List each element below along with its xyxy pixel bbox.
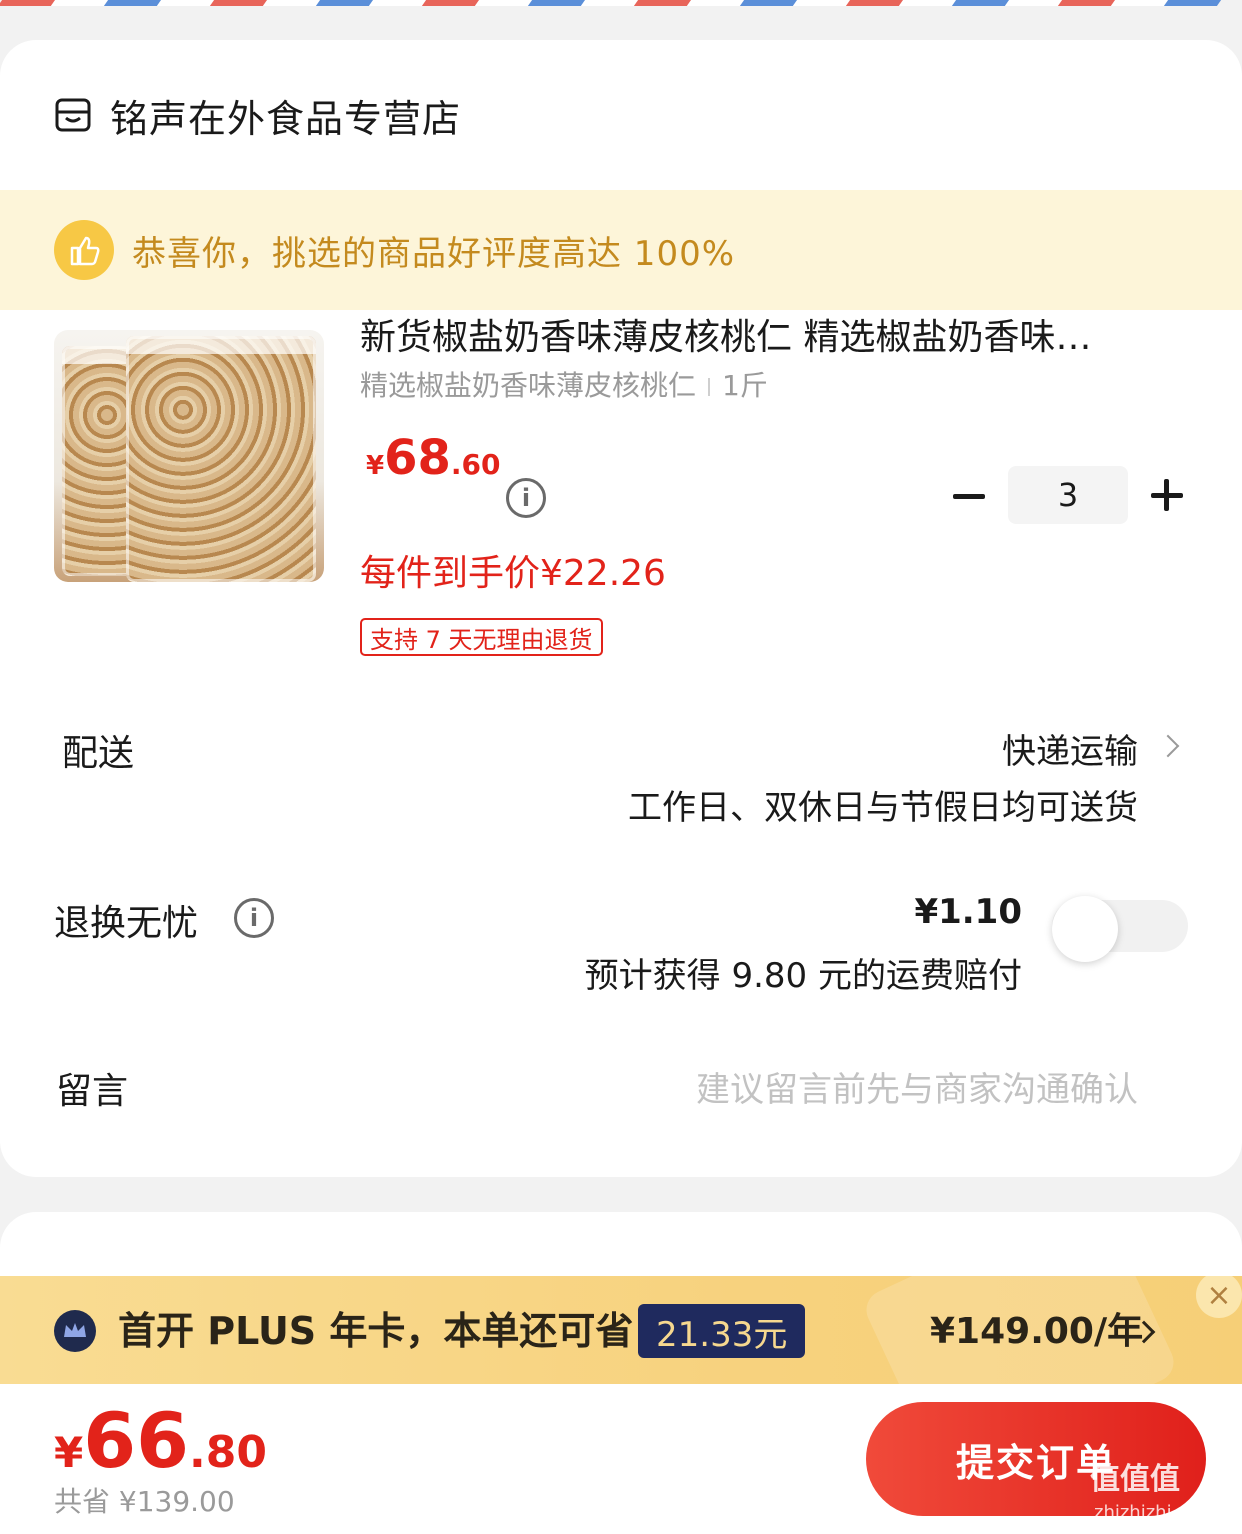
close-icon[interactable]: × <box>1196 1276 1242 1318</box>
return-insurance-info-icon[interactable]: i <box>234 898 274 938</box>
airmail-border <box>0 0 1242 6</box>
plus-membership-banner[interactable]: 首开 PLUS 年卡，本单还可省 21.33元 ¥149.00/年 × <box>0 1276 1242 1384</box>
delivery-note: 工作日、双休日与节假日均可送货 <box>628 788 1138 828</box>
total-dec: .80 <box>189 1427 267 1478</box>
quantity-value[interactable]: 3 <box>1008 466 1128 524</box>
toggle-knob <box>1052 896 1118 962</box>
delivery-label: 配送 <box>62 733 135 774</box>
message-label: 留言 <box>56 1071 129 1112</box>
product-spec-name: 精选椒盐奶香味薄皮核桃仁 <box>360 369 697 402</box>
return-policy-tag: 支持 7 天无理由退货 <box>360 618 603 656</box>
store-icon <box>55 98 91 132</box>
price-currency: ¥ <box>366 451 385 481</box>
plus-save-badge: 21.33元 <box>638 1304 806 1358</box>
price-dec: .60 <box>450 448 501 481</box>
total-currency: ¥ <box>54 1428 84 1477</box>
checkout-bar: ¥66.80 共省 ¥139.00 提交订单 值值值 zhizhizhi.com <box>0 1384 1242 1534</box>
praise-text: 恭喜你，挑选的商品好评度高达 100% <box>132 233 736 274</box>
shop-name: 铭声在外食品专营店 <box>110 96 462 141</box>
watermark-logo: 值值值 <box>1090 1462 1180 1497</box>
quantity-decrease-button[interactable] <box>950 468 988 524</box>
product-image[interactable] <box>54 330 324 582</box>
plus-text: 首开 PLUS 年卡，本单还可省 <box>118 1309 634 1353</box>
product-price: ¥68.60 <box>366 430 501 486</box>
order-card: 铭声在外食品专营店 恭喜你，挑选的商品好评度高达 100% 新货椒盐奶香味薄皮核… <box>0 40 1242 1177</box>
shop-row[interactable]: 铭声在外食品专营店 <box>54 40 461 190</box>
delivery-method[interactable]: 快递运输 <box>1002 724 1138 773</box>
price-info-icon[interactable]: i <box>506 478 546 518</box>
thumbs-up-icon <box>54 220 114 280</box>
plus-price: ¥149.00/年 <box>930 1311 1144 1352</box>
quantity-increase-button[interactable] <box>1148 476 1186 514</box>
chevron-right-icon[interactable] <box>1156 734 1180 758</box>
message-input[interactable]: 建议留言前先与商家沟通确认 <box>620 1062 1138 1111</box>
each-price: 每件到手价¥22.26 <box>360 553 666 594</box>
total-int: 66 <box>83 1396 189 1485</box>
return-insurance-price: ¥1.10 <box>914 892 1022 932</box>
plus-crown-icon <box>54 1310 96 1352</box>
price-int: 68 <box>384 430 451 486</box>
praise-banner: 恭喜你，挑选的商品好评度高达 100% <box>0 190 1242 310</box>
return-insurance-label: 退换无忧 <box>54 903 199 944</box>
total-price: ¥66.80 <box>54 1396 267 1485</box>
product-spec[interactable]: 精选椒盐奶香味薄皮核桃仁 1斤 <box>360 364 768 404</box>
return-insurance-note: 预计获得 9.80 元的运费赔付 <box>584 956 1022 996</box>
return-insurance-toggle[interactable] <box>1052 896 1188 962</box>
total-saved: 共省 ¥139.00 <box>54 1485 235 1518</box>
watermark-url: zhizhizhi.com <box>1094 1502 1216 1523</box>
product-title[interactable]: 新货椒盐奶香味薄皮核桃仁 精选椒盐奶香味… <box>360 308 1170 360</box>
product-spec-weight: 1斤 <box>722 369 768 402</box>
